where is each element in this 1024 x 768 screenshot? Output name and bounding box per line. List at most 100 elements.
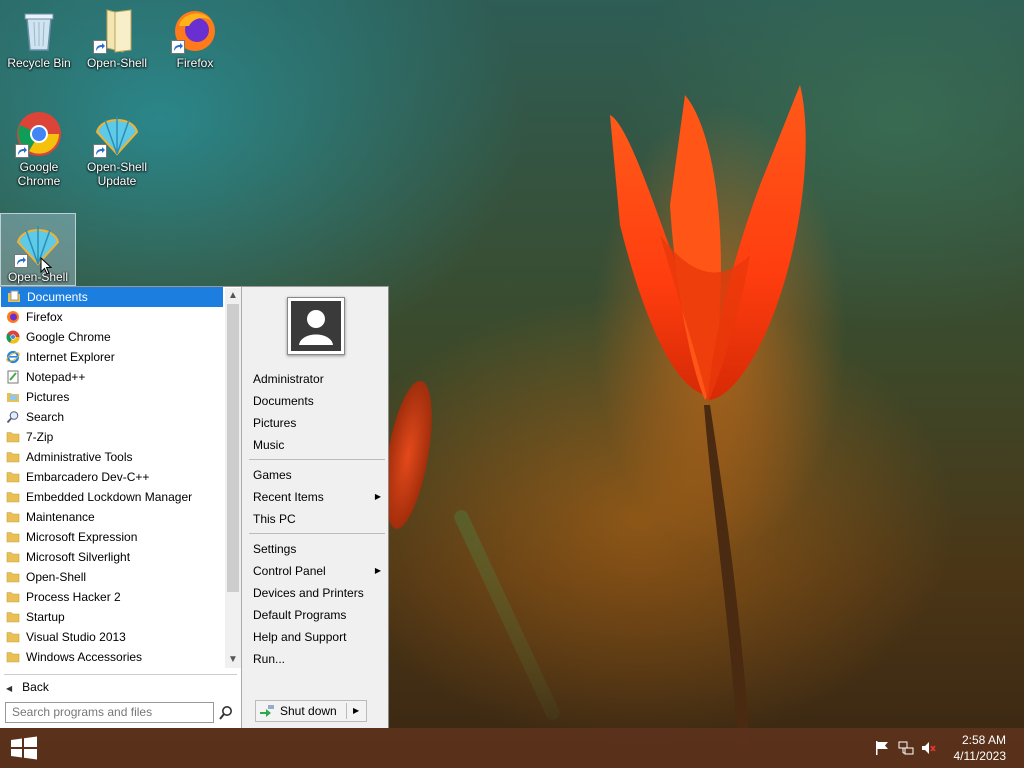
menu-item-music[interactable]: Music bbox=[253, 435, 381, 455]
menu-item-recent-items[interactable]: Recent Items ▶ bbox=[253, 487, 381, 507]
user-icon bbox=[299, 310, 333, 345]
user-avatar[interactable] bbox=[287, 297, 345, 355]
program-label: Internet Explorer bbox=[26, 350, 115, 364]
program-label: Process Hacker 2 bbox=[26, 590, 121, 604]
shortcut-arrow-icon bbox=[93, 40, 107, 54]
program-item[interactable]: Embedded Lockdown Manager bbox=[0, 487, 225, 507]
menu-item-label: Administrator bbox=[253, 372, 324, 386]
documents-icon bbox=[7, 290, 21, 304]
desktop-icon-recycle-bin[interactable]: Recycle Bin bbox=[1, 6, 77, 70]
program-item[interactable]: Search bbox=[0, 407, 225, 427]
windows-start-button-icon[interactable] bbox=[9, 736, 39, 760]
menu-item-run[interactable]: Run... bbox=[253, 649, 381, 669]
internet-explorer-icon bbox=[6, 350, 20, 364]
folder-icon bbox=[6, 430, 20, 444]
program-item[interactable]: Microsoft Expression bbox=[0, 527, 225, 547]
program-item[interactable]: Process Hacker 2 bbox=[0, 587, 225, 607]
program-item[interactable]: Open-Shell bbox=[0, 567, 225, 587]
shortcut-arrow-icon bbox=[171, 40, 185, 54]
program-item[interactable]: Notepad++ bbox=[0, 367, 225, 387]
shortcut-arrow-icon bbox=[93, 144, 107, 158]
desktop-icon-open-shell[interactable]: Open-Shell bbox=[0, 213, 76, 286]
back-label: Back bbox=[22, 680, 49, 694]
search-input[interactable]: Search programs and files bbox=[5, 702, 214, 723]
network-icon[interactable] bbox=[898, 740, 914, 756]
folder-icon bbox=[6, 490, 20, 504]
volume-muted-icon[interactable] bbox=[921, 740, 937, 756]
desktop-icon-firefox[interactable]: Firefox bbox=[157, 6, 233, 70]
menu-item-this-pc[interactable]: This PC bbox=[253, 509, 381, 529]
program-item[interactable]: 7-Zip bbox=[0, 427, 225, 447]
scroll-down-arrow-icon[interactable]: ▼ bbox=[225, 652, 241, 668]
folder-icon bbox=[6, 590, 20, 604]
menu-item-label: Run... bbox=[253, 652, 286, 666]
program-label: Visual Studio 2013 bbox=[26, 630, 126, 644]
clock-time: 2:58 AM bbox=[961, 733, 1006, 747]
program-item[interactable]: Visual Studio 2013 bbox=[0, 627, 225, 647]
shutdown-options-arrow-icon[interactable]: ▶ bbox=[353, 701, 359, 721]
program-label: Open-Shell bbox=[26, 570, 87, 584]
program-item[interactable]: Maintenance bbox=[0, 507, 225, 527]
firefox-icon bbox=[6, 310, 20, 324]
desktop-icon-open-shell-folder[interactable]: Open-Shell bbox=[79, 6, 155, 70]
program-item[interactable]: Google Chrome bbox=[0, 327, 225, 347]
program-item[interactable]: Firefox bbox=[0, 307, 225, 327]
desktop-icon-google-chrome[interactable]: Google Chrome bbox=[1, 110, 77, 188]
program-item[interactable]: Startup bbox=[0, 607, 225, 627]
menu-item-control-panel[interactable]: Control Panel ▶ bbox=[253, 561, 381, 581]
menu-item-pictures[interactable]: Pictures bbox=[253, 413, 381, 433]
menu-item-administrator[interactable]: Administrator bbox=[253, 369, 381, 389]
program-label: Documents bbox=[27, 290, 88, 304]
program-item[interactable]: Embarcadero Dev-C++ bbox=[0, 467, 225, 487]
menu-item-devices-and-printers[interactable]: Devices and Printers bbox=[253, 583, 381, 603]
search-icon bbox=[6, 410, 20, 424]
chrome-icon bbox=[15, 110, 63, 158]
program-label: Administrative Tools bbox=[26, 450, 133, 464]
shutdown-label: Shut down bbox=[280, 704, 337, 718]
program-label: Embarcadero Dev-C++ bbox=[26, 470, 150, 484]
program-item[interactable]: Windows Accessories bbox=[0, 647, 225, 667]
program-label: Windows Accessories bbox=[26, 650, 143, 664]
taskbar-clock[interactable]: 2:58 AM 4/11/2023 bbox=[954, 732, 1007, 764]
back-button[interactable]: ◀ Back bbox=[6, 678, 49, 696]
folder-icon bbox=[6, 530, 20, 544]
desktop-icon-label: Open-Shell bbox=[86, 56, 148, 70]
submenu-arrow-icon: ▶ bbox=[374, 492, 381, 501]
start-menu: Documents Firefox Google Chrome Internet Ex… bbox=[0, 286, 389, 728]
start-menu-places-pane: Administrator Documents Pictures Music Games… bbox=[244, 287, 388, 728]
menu-item-games[interactable]: Games bbox=[253, 465, 381, 485]
programs-list: Documents Firefox Google Chrome Internet Ex… bbox=[0, 287, 225, 669]
desktop-icon-label: Google Chrome bbox=[17, 160, 61, 188]
desktop-icon-label: Open-Shell bbox=[7, 270, 69, 284]
menu-item-help-and-support[interactable]: Help and Support bbox=[253, 627, 381, 647]
desktop-icon-open-shell-update[interactable]: Open-Shell Update bbox=[79, 110, 155, 188]
folder-icon bbox=[6, 570, 20, 584]
program-label: Embedded Lockdown Manager bbox=[26, 490, 193, 504]
menu-item-default-programs[interactable]: Default Programs bbox=[253, 605, 381, 625]
firefox-icon bbox=[171, 6, 219, 54]
menu-item-label: This PC bbox=[253, 512, 296, 526]
flag-icon[interactable] bbox=[874, 740, 890, 756]
folder-shortcut-icon bbox=[93, 6, 141, 54]
scrollbar-thumb[interactable] bbox=[227, 304, 239, 592]
program-item[interactable]: Pictures bbox=[0, 387, 225, 407]
menu-item-documents[interactable]: Documents bbox=[253, 391, 381, 411]
menu-item-settings[interactable]: Settings bbox=[253, 539, 381, 559]
scroll-up-arrow-icon[interactable]: ▲ bbox=[225, 288, 241, 304]
search-icon[interactable] bbox=[218, 705, 234, 721]
shutdown-icon bbox=[260, 705, 274, 717]
program-item[interactable]: Microsoft Silverlight bbox=[0, 547, 225, 567]
desktop-icon-label: Recycle Bin bbox=[7, 56, 71, 70]
program-item[interactable]: Documents bbox=[1, 287, 223, 307]
shutdown-button[interactable]: Shut down ▶ bbox=[255, 700, 367, 722]
menu-item-label: Recent Items bbox=[253, 490, 324, 504]
desktop-icon-label: Firefox bbox=[176, 56, 214, 70]
programs-scrollbar[interactable]: ▲ ▼ bbox=[225, 288, 241, 668]
menu-item-label: Help and Support bbox=[253, 630, 347, 644]
menu-item-label: Default Programs bbox=[253, 608, 347, 622]
program-item[interactable]: Administrative Tools bbox=[0, 447, 225, 467]
program-item[interactable]: Internet Explorer bbox=[0, 347, 225, 367]
program-label: Firefox bbox=[26, 310, 63, 324]
folder-icon bbox=[6, 610, 20, 624]
divider bbox=[249, 459, 385, 460]
